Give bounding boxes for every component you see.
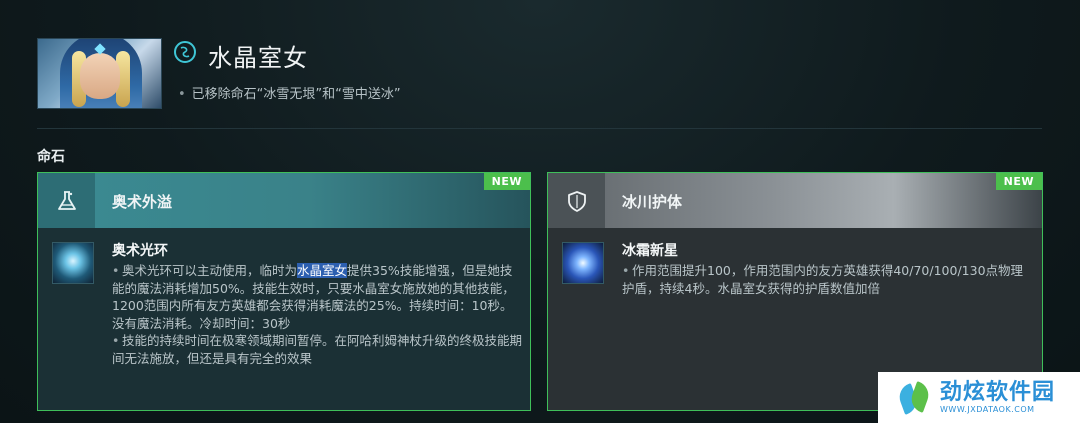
shield-icon	[548, 173, 605, 228]
divider	[37, 128, 1042, 129]
crystal-nova-icon	[562, 242, 604, 284]
site-watermark: 劲炫软件园 WWW.JXDATAOK.COM	[878, 372, 1080, 423]
card-body: 奥术光环 • 奥术光环可以主动使用，临时为水晶室女提供35%技能增强，但是她技能的…	[38, 228, 530, 410]
new-badge: NEW	[995, 173, 1042, 190]
description-item: • 作用范围提升100，作用范围内的友方英雄获得40/70/100/130点物理护…	[622, 262, 1034, 297]
watermark-url: WWW.JXDATAOK.COM	[940, 405, 1035, 414]
card-title: 奥术外溢	[112, 193, 173, 211]
description-text: 奥术光环可以主动使用，临时为	[122, 263, 298, 278]
flask-icon	[38, 173, 95, 228]
bullet: •	[112, 263, 120, 278]
arcane-aura-icon	[52, 242, 94, 284]
intelligence-attribute-icon	[174, 41, 196, 63]
card-title: 冰川护体	[622, 193, 683, 211]
talent-name: 奥术光环	[112, 243, 168, 259]
leaf-logo-icon	[895, 380, 933, 415]
hero-note-text: 已移除命石“冰雪无垠”和“雪中送冰”	[191, 87, 401, 102]
hero-name: 水晶室女	[208, 44, 308, 72]
talent-description: • 作用范围提升100，作用范围内的友方英雄获得40/70/100/130点物理护…	[622, 262, 1034, 297]
hero-note: • 已移除命石“冰雪无垠”和“雪中送冰”	[178, 83, 401, 102]
description-item: • 奥术光环可以主动使用，临时为水晶室女提供35%技能增强，但是她技能的魔法消耗增…	[112, 262, 524, 332]
talent-name: 冰霜新星	[622, 243, 678, 259]
card-header: 冰川护体 NEW	[548, 173, 1042, 228]
bullet: •	[622, 263, 630, 278]
facet-card-arcane-overflow[interactable]: 奥术外溢 NEW 奥术光环 • 奥术光环可以主动使用，临时为水晶室女提供35%技能…	[37, 172, 531, 411]
description-item: • 技能的持续时间在极寒领域期间暂停。在阿哈利姆神杖升级的终极技能期间无法施放，但…	[112, 332, 524, 367]
description-text: 作用范围提升100，作用范围内的友方英雄获得40/70/100/130点物理护盾…	[622, 263, 1024, 296]
hero-portrait	[37, 38, 162, 109]
watermark-title: 劲炫软件园	[940, 380, 1056, 405]
highlighted-text[interactable]: 水晶室女	[297, 263, 348, 278]
bullet: •	[112, 333, 120, 348]
bullet: •	[178, 87, 186, 102]
talent-description: • 奥术光环可以主动使用，临时为水晶室女提供35%技能增强，但是她技能的魔法消耗增…	[112, 262, 524, 367]
card-header: 奥术外溢 NEW	[38, 173, 530, 228]
new-badge: NEW	[483, 173, 530, 190]
description-text: 技能的持续时间在极寒领域期间暂停。在阿哈利姆神杖升级的终极技能期间无法施放，但还…	[112, 333, 523, 366]
section-title: 命石	[37, 149, 65, 165]
